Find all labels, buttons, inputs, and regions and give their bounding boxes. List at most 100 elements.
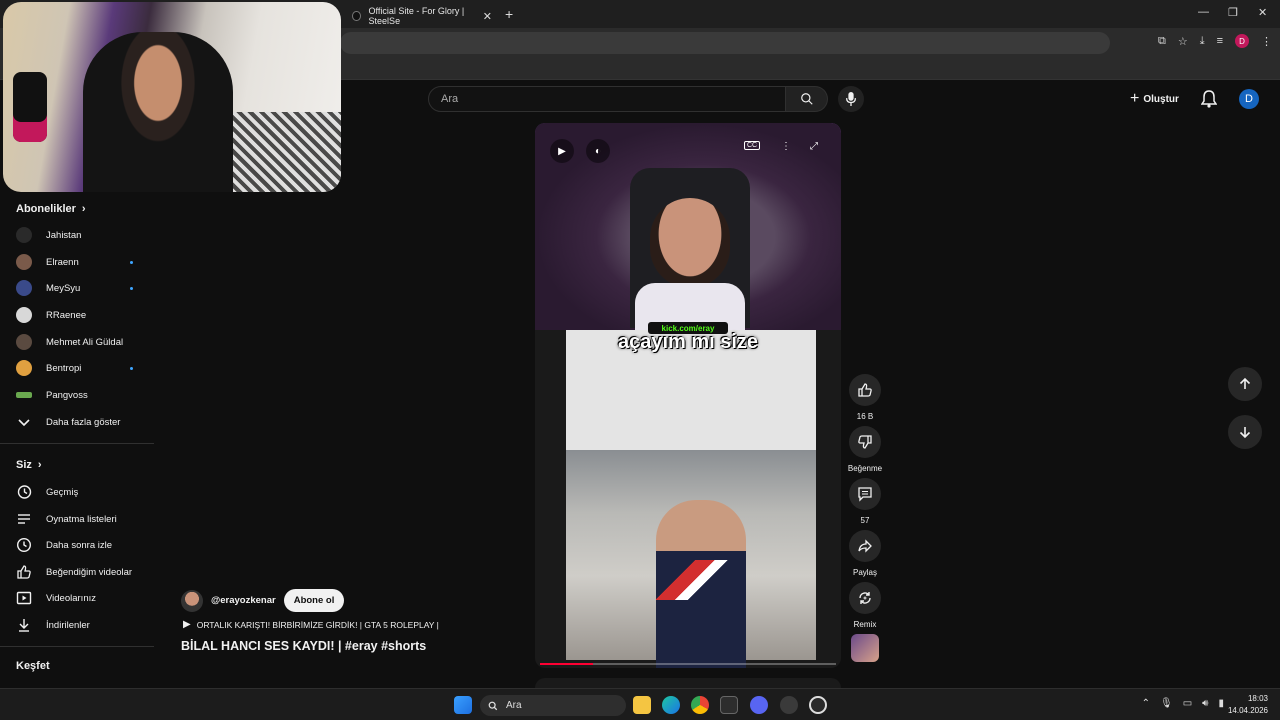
channel-avatar[interactable] [181,589,203,612]
clock[interactable]: 18:03 14.04.2026 [1228,693,1268,717]
clock-time: 18:03 [1247,694,1268,703]
chevron-up-icon[interactable]: ⌃ [1142,698,1150,709]
sidebar-item-your-videos[interactable]: Videolarınız [16,587,141,609]
settings-icon[interactable] [809,696,827,714]
microphone-icon[interactable]: 🎙︎ [1160,698,1173,709]
profile-avatar[interactable]: D [1235,34,1249,48]
channel-avatar [16,227,32,243]
bookmark-star-icon[interactable]: ☆ [1178,35,1188,48]
sidebar-item-channel[interactable]: Elraenn [16,251,141,273]
account-avatar[interactable]: D [1239,89,1259,109]
chrome-icon[interactable] [691,696,709,714]
chevron-right-icon: › [37,459,42,471]
sidebar-item-watch-later[interactable]: Daha sonra izle [16,534,141,556]
voice-search-button[interactable] [838,86,864,112]
sidebar-item-liked-videos[interactable]: Beğendiğim videolar [16,561,141,583]
file-explorer-icon[interactable] [633,696,651,714]
video-caption: açayım mı size [617,331,759,353]
terminal-icon[interactable] [720,696,738,714]
sidebar-item-channel[interactable]: Jahistan [16,224,141,246]
cast-icon[interactable]: ⧉ [1158,35,1166,48]
channel-avatar [16,254,32,270]
related-video-title: ORTALIK KARIŞTI! BİRBİRİMİZE GİRDİK! | G… [196,619,439,630]
explore-heading: Keşfet [16,660,50,672]
create-label: Oluştur [1143,93,1179,105]
sound-thumbnail[interactable] [851,634,879,662]
taskbar-search[interactable]: Ara [480,695,626,716]
new-content-dot [130,366,133,370]
you-heading[interactable]: Siz › [16,459,42,471]
tab-close-icon[interactable]: ✕ [483,10,492,23]
sidebar-item-channel[interactable]: RRaenee [16,304,141,326]
notifications-button[interactable] [1200,90,1218,113]
omnibox[interactable] [340,32,1110,54]
sidebar-item-channel[interactable]: Bentropi [16,357,141,379]
search-button[interactable] [786,86,828,112]
download-icon[interactable]: ⤓ [1200,35,1205,48]
sidebar-item-channel[interactable]: Mehmet Ali Güldal [16,331,141,353]
previous-short-button[interactable] [1228,367,1262,401]
maximize-icon[interactable]: ❐ [1228,6,1238,19]
sidebar-item-history[interactable]: Geçmiş [16,481,141,503]
app-icon[interactable] [780,696,798,714]
play-button[interactable]: ▶ [550,139,574,163]
channel-avatar [16,360,32,376]
like-button[interactable]: 16 B [848,374,882,421]
sidebar-item-playlists[interactable]: Oynatma listeleri [16,508,141,530]
video-title[interactable]: BİLAL HANCI SES KAYDI! | #eray #shorts [181,639,426,653]
discord-icon[interactable] [750,696,768,714]
channel-name[interactable]: @erayozkenar [211,595,276,606]
download-icon [19,619,29,632]
network-icon[interactable]: ▭ [1183,698,1192,709]
browser-tab[interactable]: Official Site - For Glory | SteelSe ✕ [342,4,502,28]
sidebar-item-channel[interactable]: Pangvoss [16,384,141,406]
taskbar: Ara ⌃ 🎙︎ ▭ 🔊︎ ▮ 18:03 14.04.2026 [0,688,1280,720]
search-icon [488,701,498,710]
next-short-button[interactable] [1228,415,1262,449]
comment-icon [858,487,872,502]
new-tab-button[interactable]: + [505,6,513,22]
dislike-button[interactable]: Beğenme [848,426,882,473]
video-icon [16,591,32,605]
battery-icon[interactable]: ▮ [1218,698,1224,709]
volume-button[interactable]: ◐ [586,139,610,163]
comments-button[interactable]: 57 [848,478,882,525]
window-close-icon[interactable]: ✕ [1258,6,1267,19]
related-video-link[interactable]: ▶ ORTALIK KARIŞTI! BİRBİRİMİZE GİRDİK! |… [183,619,439,630]
arrow-down-icon [1239,427,1251,439]
fullscreen-icon[interactable]: ⤢ [810,141,818,152]
edge-icon[interactable] [662,696,680,714]
remix-label: Remix [853,620,877,629]
progress-bar[interactable] [540,663,836,665]
menu-icon[interactable]: ⋮ [1261,35,1272,48]
system-tray: ⌃ 🎙︎ ▭ 🔊︎ ▮ [1142,698,1224,709]
sidebar-item-downloads[interactable]: İndirilenler [16,614,141,636]
search-input[interactable]: Ara [428,86,786,112]
sidebar-item-channel[interactable]: MeySyu [16,277,141,299]
shorts-player[interactable]: kick.com/eray açayım mı size ▶ ◐ CC ⋮ ⤢ [535,123,841,668]
play-icon: ▶ [558,145,566,157]
volume-icon: ◐ [594,145,602,157]
minimize-icon[interactable]: — [1198,6,1209,18]
speaker-icon[interactable]: 🔊︎ [1202,698,1208,709]
channel-row: @erayozkenar Abone ol [181,589,345,612]
channel-avatar [16,392,32,398]
create-button[interactable]: + Oluştur [1130,90,1179,108]
remix-button[interactable]: Remix [848,582,882,629]
like-count: 16 B [856,412,874,421]
microphone-image [13,72,47,142]
sidebar-divider [0,443,154,444]
media-icon[interactable]: ≡ [1217,35,1223,47]
bell-icon [1200,90,1218,108]
windows-start-icon[interactable] [454,696,472,714]
subscribe-button[interactable]: Abone ol [283,589,345,612]
sidebar-divider [0,646,154,647]
jacket-stripe [656,560,746,600]
show-more-button[interactable]: Daha fazla göster [16,411,141,433]
subscriptions-heading[interactable]: Abonelikler › [16,203,86,215]
video-bottom-frame [566,330,816,668]
more-options-icon[interactable]: ⋮ [781,141,791,152]
share-button[interactable]: Paylaş [848,530,882,577]
captions-icon[interactable]: CC [744,141,761,150]
dislike-label: Beğenme [847,464,883,473]
